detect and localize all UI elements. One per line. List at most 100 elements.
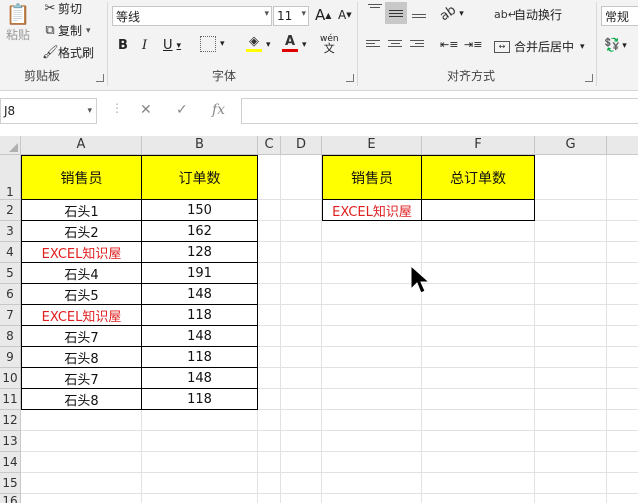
align-top-button[interactable] <box>366 4 384 8</box>
separator <box>357 2 358 86</box>
row-header[interactable]: 5 <box>0 263 21 284</box>
cell-a10[interactable]: 石头7 <box>21 368 142 389</box>
cell-b3[interactable]: 162 <box>141 221 258 242</box>
column-header-g[interactable]: G <box>535 136 607 155</box>
cell-b2[interactable]: 150 <box>141 200 258 221</box>
column-header-d[interactable]: D <box>281 136 322 155</box>
chevron-down-icon[interactable]: ▾ <box>266 40 271 50</box>
row-header[interactable]: 13 <box>0 431 21 452</box>
column-header-c[interactable]: C <box>258 136 281 155</box>
clipboard-launcher-icon[interactable] <box>96 74 104 82</box>
row-header[interactable]: 7 <box>0 305 21 326</box>
cell-a4[interactable]: EXCEL知识屋 <box>21 242 142 263</box>
row-header[interactable]: 14 <box>0 452 21 473</box>
column-header-a[interactable]: A <box>21 136 142 155</box>
underline-button[interactable]: U ▾ <box>163 38 181 53</box>
shrink-font-button[interactable]: A ▼ <box>338 8 352 22</box>
paste-label: 粘贴 <box>5 28 30 42</box>
align-left-button[interactable] <box>366 40 380 47</box>
format-painter-button[interactable]: 🖌 格式刷 <box>42 44 94 61</box>
italic-button[interactable]: I <box>142 38 147 53</box>
separator <box>596 2 597 86</box>
chevron-down-icon[interactable]: ▾ <box>302 40 307 50</box>
select-all-corner[interactable] <box>0 136 21 155</box>
grow-font-button[interactable]: A ▲ <box>315 6 331 24</box>
enter-icon[interactable]: ✓ <box>176 102 188 118</box>
clipboard-group-label: 剪贴板 <box>24 69 61 83</box>
cell-b1[interactable]: 订单数 <box>141 155 258 200</box>
font-color-button[interactable]: A <box>282 34 298 52</box>
wrap-text-button[interactable]: ab↵ 自动换行 <box>494 6 562 23</box>
align-bottom-button[interactable] <box>410 14 428 18</box>
cell-b9[interactable]: 118 <box>141 347 258 368</box>
cell-b6[interactable]: 148 <box>141 284 258 305</box>
font-launcher-icon[interactable] <box>346 74 354 82</box>
paste-button[interactable]: 📋 粘贴 <box>4 2 32 48</box>
row-header[interactable]: 12 <box>0 410 21 431</box>
align-middle-button[interactable] <box>385 2 407 24</box>
borders-button[interactable]: ▾ <box>200 36 225 52</box>
formula-input[interactable] <box>241 98 638 124</box>
scissors-icon: ✂ <box>44 1 56 16</box>
cell-b11[interactable]: 118 <box>141 389 258 410</box>
font-size-value: 11 <box>277 9 293 23</box>
cell-f1[interactable]: 总订单数 <box>421 155 535 200</box>
row-header[interactable]: 15 <box>0 473 21 494</box>
row-header[interactable]: 11 <box>0 389 21 410</box>
row-header[interactable]: 9 <box>0 347 21 368</box>
increase-indent-button[interactable]: ⇥≡ <box>464 38 482 51</box>
fill-color-button[interactable]: ◈ <box>246 34 262 52</box>
cell-a2[interactable]: 石头1 <box>21 200 142 221</box>
chevron-down-icon: ▾ <box>301 9 306 19</box>
cell-a8[interactable]: 石头7 <box>21 326 142 347</box>
cell-a7[interactable]: EXCEL知识屋 <box>21 305 142 326</box>
clipboard-icon: 📋 <box>5 2 31 26</box>
cell-b8[interactable]: 148 <box>141 326 258 347</box>
cell-f2[interactable] <box>421 200 535 221</box>
align-right-button[interactable] <box>410 40 424 47</box>
cell-a5[interactable]: 石头4 <box>21 263 142 284</box>
cell-b4[interactable]: 128 <box>141 242 258 263</box>
row-header[interactable]: 3 <box>0 221 21 242</box>
column-header-h[interactable] <box>607 136 638 155</box>
orientation-icon: ab <box>437 2 460 25</box>
font-name-combo[interactable]: 等线 ▾ <box>112 6 272 26</box>
column-header-f[interactable]: F <box>422 136 535 155</box>
font-size-combo[interactable]: 11 ▾ <box>273 6 309 26</box>
chevron-down-icon: ▾ <box>264 9 269 19</box>
cell-b10[interactable]: 148 <box>141 368 258 389</box>
cell-a11[interactable]: 石头8 <box>21 389 142 410</box>
cell-b5[interactable]: 191 <box>141 263 258 284</box>
bold-button[interactable]: B <box>118 38 128 53</box>
cell-a1[interactable]: 销售员 <box>21 155 142 200</box>
cancel-icon[interactable]: ✕ <box>140 102 152 118</box>
cell-e1[interactable]: 销售员 <box>322 155 422 200</box>
merge-center-button[interactable]: ↔ 合并后居中 ▾ <box>494 38 585 55</box>
phonetic-guide-button[interactable]: wén 文 <box>320 34 339 54</box>
accounting-format-button[interactable]: 💱 ▾ <box>604 38 627 53</box>
row-header[interactable]: 16 <box>0 494 21 503</box>
decrease-indent-button[interactable]: ⇤≡ <box>440 38 458 51</box>
row-header[interactable]: 8 <box>0 326 21 347</box>
row-header[interactable]: 1 <box>0 155 21 200</box>
row-header[interactable]: 6 <box>0 284 21 305</box>
align-center-button[interactable] <box>388 40 402 47</box>
number-format-combo[interactable]: 常规 <box>601 6 638 26</box>
insert-function-icon[interactable]: fx <box>212 102 225 118</box>
cell-a3[interactable]: 石头2 <box>21 221 142 242</box>
row-header[interactable]: 2 <box>0 200 21 221</box>
shrink-font-icon: A <box>338 8 347 22</box>
row-header[interactable]: 10 <box>0 368 21 389</box>
orientation-button[interactable]: ab ▾ <box>437 3 464 25</box>
cell-e2[interactable]: EXCEL知识屋 <box>322 200 422 221</box>
column-header-b[interactable]: B <box>142 136 258 155</box>
copy-button[interactable]: ⧉ 复制 ▾ <box>42 22 90 39</box>
cell-a9[interactable]: 石头8 <box>21 347 142 368</box>
cut-button[interactable]: ✂ 剪切 <box>42 0 82 17</box>
cell-a6[interactable]: 石头5 <box>21 284 142 305</box>
row-header[interactable]: 4 <box>0 242 21 263</box>
column-header-e[interactable]: E <box>322 136 422 155</box>
name-box[interactable]: J8 ▾ <box>0 98 97 124</box>
alignment-launcher-icon[interactable] <box>585 74 593 82</box>
cell-b7[interactable]: 118 <box>141 305 258 326</box>
